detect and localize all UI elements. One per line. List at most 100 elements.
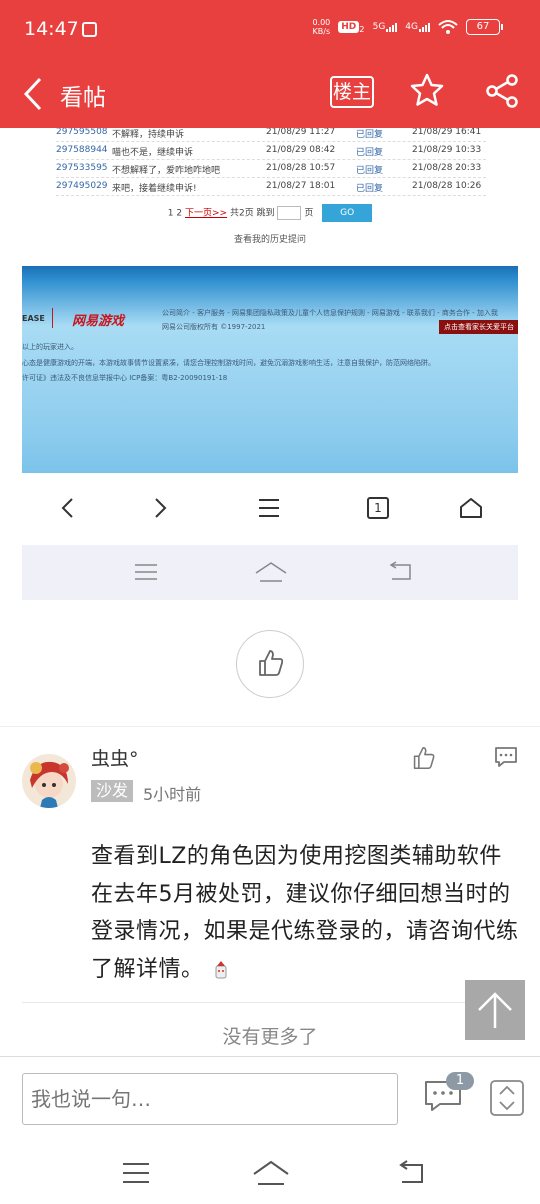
row-status: 已回复 (356, 166, 384, 176)
thumbs-up-icon (259, 650, 284, 676)
battery-level: 67 (476, 21, 490, 32)
no-more-text: 没有更多了 (222, 1026, 318, 1048)
footer-line: 许可证》违法及不良信息举报中心 ICP备案：粤B2-20090191-18 (22, 374, 228, 382)
network-5g-label: 5G (372, 22, 386, 32)
hd-sub: 2 (359, 23, 365, 34)
home-icon[interactable] (252, 1160, 290, 1186)
divider (22, 1002, 518, 1003)
pager-page-box (277, 206, 302, 220)
comment-time: 5小时前 (143, 785, 202, 804)
comment-text: 查看到LZ的角色因为使用挖图类辅助软件在去年5月被处罚，建议你仔细回想当时的登录… (91, 844, 519, 982)
row-date: 21/08/27 18:01 (266, 181, 336, 191)
system-nav-bar (0, 1142, 540, 1204)
row-date-replied: 21/08/28 10:26 (412, 181, 482, 191)
comment-count-badge: 1 (446, 1072, 474, 1090)
browser-menu-icon (259, 499, 279, 517)
row-status: 已回复 (356, 148, 384, 158)
netease-footer: EASE 网易游戏 公司简介 - 客户服务 - 网易集团隐私政策及儿童个人信息保… (22, 266, 518, 473)
share-icon[interactable] (486, 74, 520, 108)
notification-app-icon (82, 22, 97, 37)
menu-icon[interactable] (122, 1162, 150, 1184)
comment-reply-icon[interactable] (494, 746, 518, 768)
signal-5g-icon: 5G (373, 22, 398, 32)
row-status: 已回复 (356, 184, 384, 194)
net-speed-value: 0.00 (312, 18, 331, 27)
battery-icon: 67 (466, 19, 503, 35)
netease-games-logo: 网易游戏 (72, 314, 125, 329)
hd-label: HD (338, 20, 360, 33)
pager-unit: 页 (304, 208, 314, 219)
net-speed-unit: KB/s (312, 27, 331, 36)
row-id: 297588944 (56, 145, 108, 155)
post-image[interactable]: 297595508 不解释，持续申诉 21/08/29 11:27 已回复 21… (22, 128, 518, 600)
pager-pages: 1 2 (167, 208, 183, 219)
comment-like-icon[interactable] (412, 746, 436, 770)
row-text: 喵也不是，继续申诉 (112, 148, 194, 158)
emoji-sticker-icon (215, 960, 227, 978)
net-speed: 0.00 KB/s (312, 18, 330, 36)
avatar[interactable] (22, 754, 76, 808)
row-date-replied: 21/08/29 16:41 (412, 128, 482, 137)
history-link: 查看我的历史提问 (233, 235, 306, 245)
row-text: 不想解释了，爱咋地咋地吧 (112, 166, 221, 176)
browser-tabs-icon: 1 (367, 497, 389, 519)
pager-go: GO (322, 204, 373, 222)
browser-nav-bar: 1 (22, 473, 518, 545)
logo-divider (52, 308, 53, 328)
floor-badge: 沙发 (91, 780, 134, 802)
comment-body: 查看到LZ的角色因为使用挖图类辅助软件在去年5月被处罚，建议你仔细回想当时的登录… (91, 838, 519, 988)
divider (0, 726, 540, 727)
row-date-replied: 21/08/29 10:33 (412, 145, 482, 155)
jump-floor-icon[interactable] (490, 1080, 524, 1116)
table-row: 297495029 来吧，接着继续申诉! 21/08/27 18:01 已回复 … (56, 178, 486, 196)
status-bar: 14:47 0.00 KB/s HD 2 5G 4G 67 (0, 0, 540, 60)
hd-icon: HD 2 (338, 20, 365, 34)
signal-4g-icon: 4G (405, 22, 430, 32)
arrow-up-icon (478, 992, 512, 1028)
footer-line: 以上的玩家进入。 (22, 343, 78, 351)
row-status: 已回复 (356, 130, 384, 140)
wifi-icon (438, 20, 458, 34)
parent-platform-badge: 点击查看家长关爱平台 (439, 320, 518, 334)
footer-links: 公司简介 - 客户服务 - 网易集团隐私政策及儿童个人信息保护规则 - 网易游戏… (162, 309, 498, 317)
back-to-top-button[interactable] (465, 980, 525, 1040)
row-date-replied: 21/08/28 20:33 (412, 163, 482, 173)
row-id: 297495029 (56, 181, 108, 191)
table-row: 297588944 喵也不是，继续申诉 21/08/29 08:42 已回复 2… (56, 142, 486, 160)
comment-username[interactable]: 虫虫° (91, 744, 139, 771)
inner-home-icon (255, 562, 287, 582)
inner-back-icon (389, 561, 411, 580)
post-like-button[interactable] (236, 630, 304, 698)
pager-next: 下一页>> (185, 208, 228, 219)
reply-input[interactable] (22, 1073, 398, 1125)
browser-forward-icon (155, 498, 167, 518)
screen: 14:47 0.00 KB/s HD 2 5G 4G 67 看帖 楼主 29759… (0, 0, 540, 1204)
footer-line: 心态是健康游戏的开端，本游戏故事情节设置紧凑，请您合理控制游戏时间，避免沉溺游戏… (22, 359, 435, 367)
status-time: 14:47 (24, 18, 79, 40)
logo-left-text: EASE (22, 314, 45, 323)
row-date: 21/08/28 10:57 (266, 163, 336, 173)
footer-copyright: 网易公司版权所有 ©1997-2021 (162, 323, 266, 331)
inner-menu-icon (135, 564, 157, 580)
back-icon[interactable] (22, 76, 46, 112)
tab-count: 1 (374, 501, 382, 515)
table-row: 297533595 不想解释了，爱咋地咋地吧 21/08/28 10:57 已回… (56, 160, 486, 178)
only-op-button[interactable]: 楼主 (330, 76, 374, 108)
inner-system-nav (22, 545, 518, 600)
pager: 1 2 下一页>> 共2页 跳到 页 GO (22, 204, 518, 222)
status-indicators: 0.00 KB/s HD 2 5G 4G 67 (312, 18, 503, 36)
row-text: 不解释，持续申诉 (112, 130, 185, 140)
row-id: 297533595 (56, 163, 108, 173)
avatar-image (22, 754, 76, 808)
page-title: 看帖 (60, 85, 106, 111)
row-id: 297595508 (56, 128, 108, 137)
row-text: 来吧，接着继续申诉! (112, 184, 197, 194)
favorite-star-icon[interactable] (409, 72, 445, 108)
row-date: 21/08/29 11:27 (266, 128, 336, 137)
browser-home-icon (460, 498, 482, 518)
browser-back-icon (61, 498, 73, 518)
table-row: 297595508 不解释，持续申诉 21/08/29 11:27 已回复 21… (56, 128, 486, 142)
pager-total: 共2页 跳到 (229, 208, 275, 219)
app-bar: 看帖 楼主 (0, 60, 540, 128)
back-nav-icon[interactable] (396, 1160, 426, 1186)
